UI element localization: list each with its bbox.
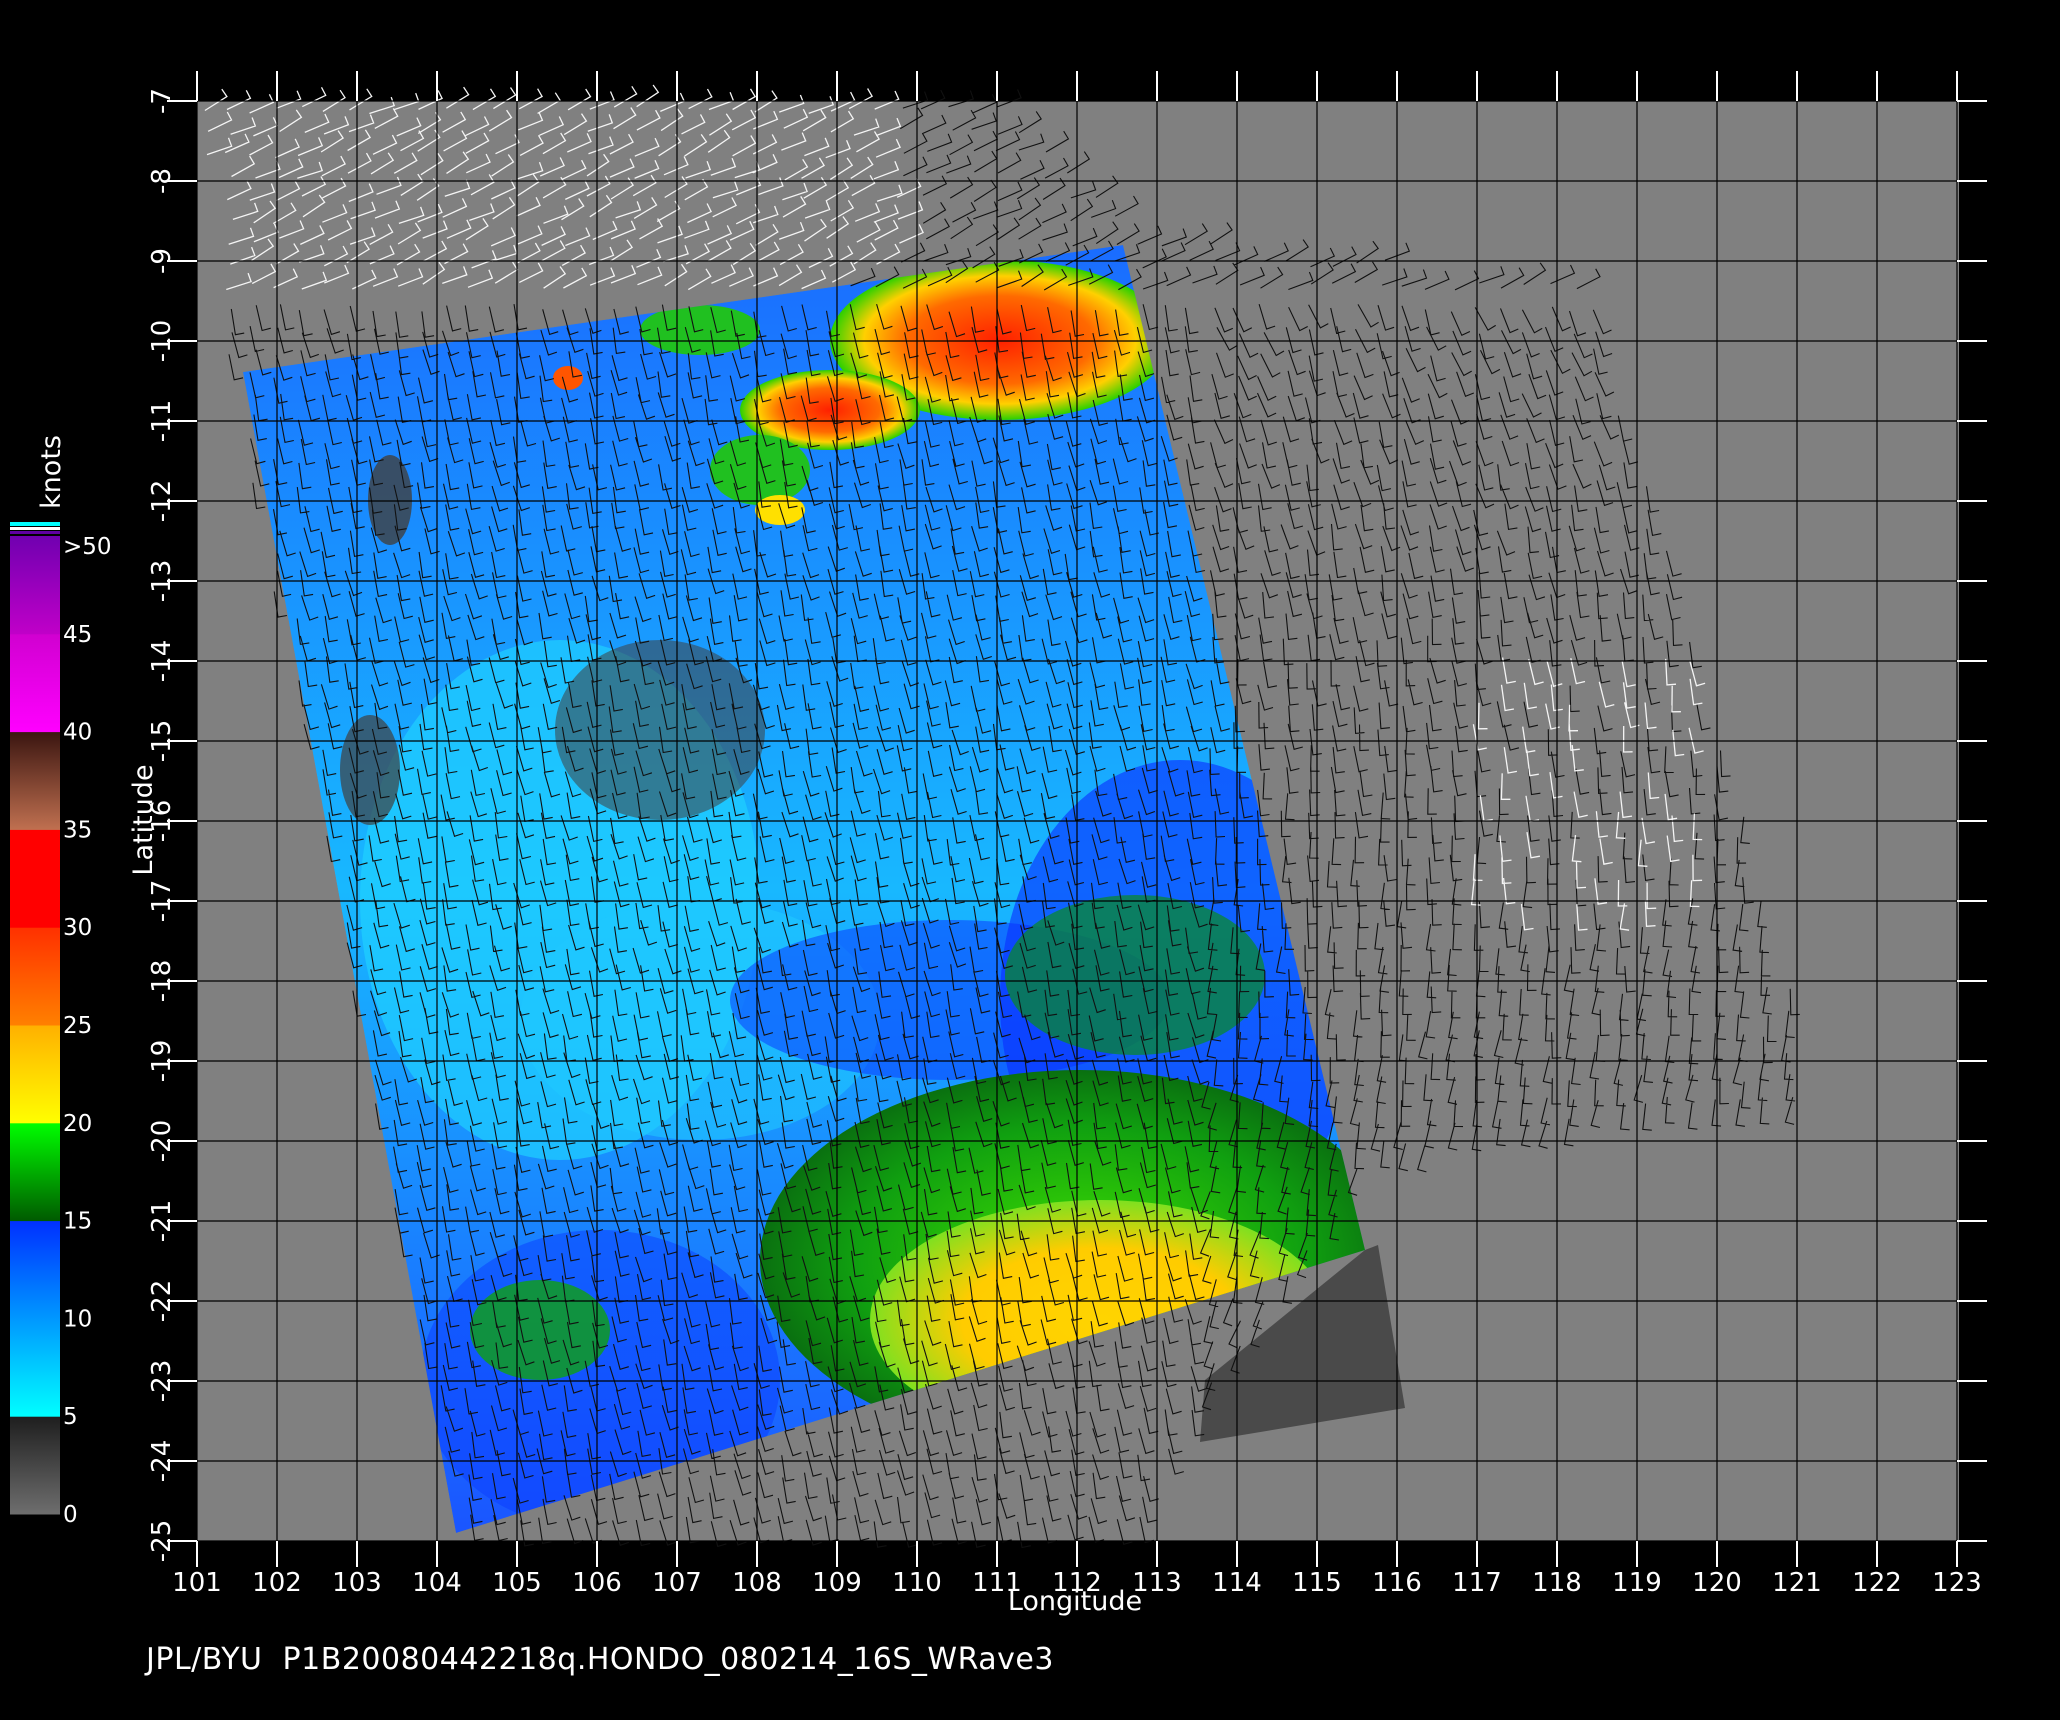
colorbar-band bbox=[10, 633, 60, 733]
lon-tick-label: 118 bbox=[1532, 1568, 1582, 1598]
wind-map: 101 102 103 104 105 106 107 108 109 110 111 112 113 1… bbox=[10, 71, 1987, 1617]
lon-tick-label: 123 bbox=[1932, 1568, 1982, 1598]
lon-tick-label: 108 bbox=[732, 1568, 782, 1598]
lat-tick-label: -13 bbox=[147, 560, 177, 602]
colorbar-band bbox=[10, 1220, 60, 1417]
colorbar-label: 25 bbox=[63, 1013, 92, 1039]
lon-tick-label: 105 bbox=[492, 1568, 542, 1598]
colorbar-label: 40 bbox=[63, 720, 92, 746]
lat-tick-label: -21 bbox=[147, 1200, 177, 1242]
lat-tick-label: -14 bbox=[147, 640, 177, 682]
lon-tick-label: 122 bbox=[1852, 1568, 1902, 1598]
colorbar-label: 0 bbox=[63, 1502, 78, 1528]
colorbar-top-cap bbox=[10, 522, 60, 526]
lon-tick-label: 114 bbox=[1212, 1568, 1262, 1598]
colorbar-label: 45 bbox=[63, 622, 92, 648]
lon-tick-label: 103 bbox=[332, 1568, 382, 1598]
lon-tick-label: 110 bbox=[892, 1568, 942, 1598]
lon-tick-label: 120 bbox=[1692, 1568, 1742, 1598]
lat-tick-label: -10 bbox=[147, 320, 177, 362]
y-axis-title: Latitude bbox=[128, 764, 159, 875]
lat-tick-label: -17 bbox=[147, 880, 177, 922]
lat-tick-label: -20 bbox=[147, 1120, 177, 1162]
lat-tick-label: -8 bbox=[147, 168, 177, 194]
lon-tick-label: 101 bbox=[172, 1568, 222, 1598]
lon-tick-label: 102 bbox=[252, 1568, 302, 1598]
lon-tick-label: 104 bbox=[412, 1568, 462, 1598]
lon-tick-label: 115 bbox=[1292, 1568, 1342, 1598]
colorbar-top-cap bbox=[10, 527, 60, 530]
colorbar-band bbox=[10, 1122, 60, 1222]
colorbar-band bbox=[10, 536, 60, 635]
colorbar-label: >50 bbox=[63, 534, 112, 560]
lon-tick-label: 109 bbox=[812, 1568, 862, 1598]
lat-tick-label: -12 bbox=[147, 480, 177, 522]
lat-tick-label: -22 bbox=[147, 1280, 177, 1322]
lon-tick-label: 107 bbox=[652, 1568, 702, 1598]
colorbar-band bbox=[10, 829, 60, 928]
lat-tick-label: -25 bbox=[147, 1520, 177, 1562]
lon-tick-label: 117 bbox=[1452, 1568, 1502, 1598]
colorbar-label: 15 bbox=[63, 1209, 92, 1235]
lat-tick-label: -9 bbox=[147, 248, 177, 274]
colorbar-band bbox=[10, 731, 60, 830]
lat-tick-label: -23 bbox=[147, 1360, 177, 1402]
colorbar-band bbox=[10, 927, 60, 1026]
lat-tick-label: -7 bbox=[147, 88, 177, 114]
colorbar-band bbox=[10, 1025, 60, 1124]
lat-tick-label: -15 bbox=[147, 720, 177, 762]
colorbar-label: 10 bbox=[63, 1306, 92, 1332]
lat-tick-label: -18 bbox=[147, 960, 177, 1002]
colorbar-top-cap bbox=[10, 531, 60, 534]
colorbar-label: 5 bbox=[63, 1404, 78, 1430]
lon-tick-label: 106 bbox=[572, 1568, 622, 1598]
lat-tick-label: -24 bbox=[147, 1440, 177, 1482]
lon-tick-label: 121 bbox=[1772, 1568, 1822, 1598]
colorbar-label: 30 bbox=[63, 915, 92, 941]
colorbar: knots >50 45 40 35 30 25 20 15 10 5 0 bbox=[10, 435, 112, 1528]
colorbar-band bbox=[10, 1416, 60, 1515]
lat-tick-label: -11 bbox=[147, 400, 177, 442]
colorbar-title: knots bbox=[36, 435, 67, 509]
footer-caption: JPL/BYU P1B20080442218q.HONDO_080214_16S… bbox=[146, 1642, 1054, 1677]
x-axis-title: Longitude bbox=[1008, 1586, 1142, 1617]
colorbar-label: 20 bbox=[63, 1111, 92, 1137]
lon-tick-label: 116 bbox=[1372, 1568, 1422, 1598]
lon-tick-label: 119 bbox=[1612, 1568, 1662, 1598]
colorbar-label: 35 bbox=[63, 817, 92, 843]
lat-tick-label: -19 bbox=[147, 1040, 177, 1082]
